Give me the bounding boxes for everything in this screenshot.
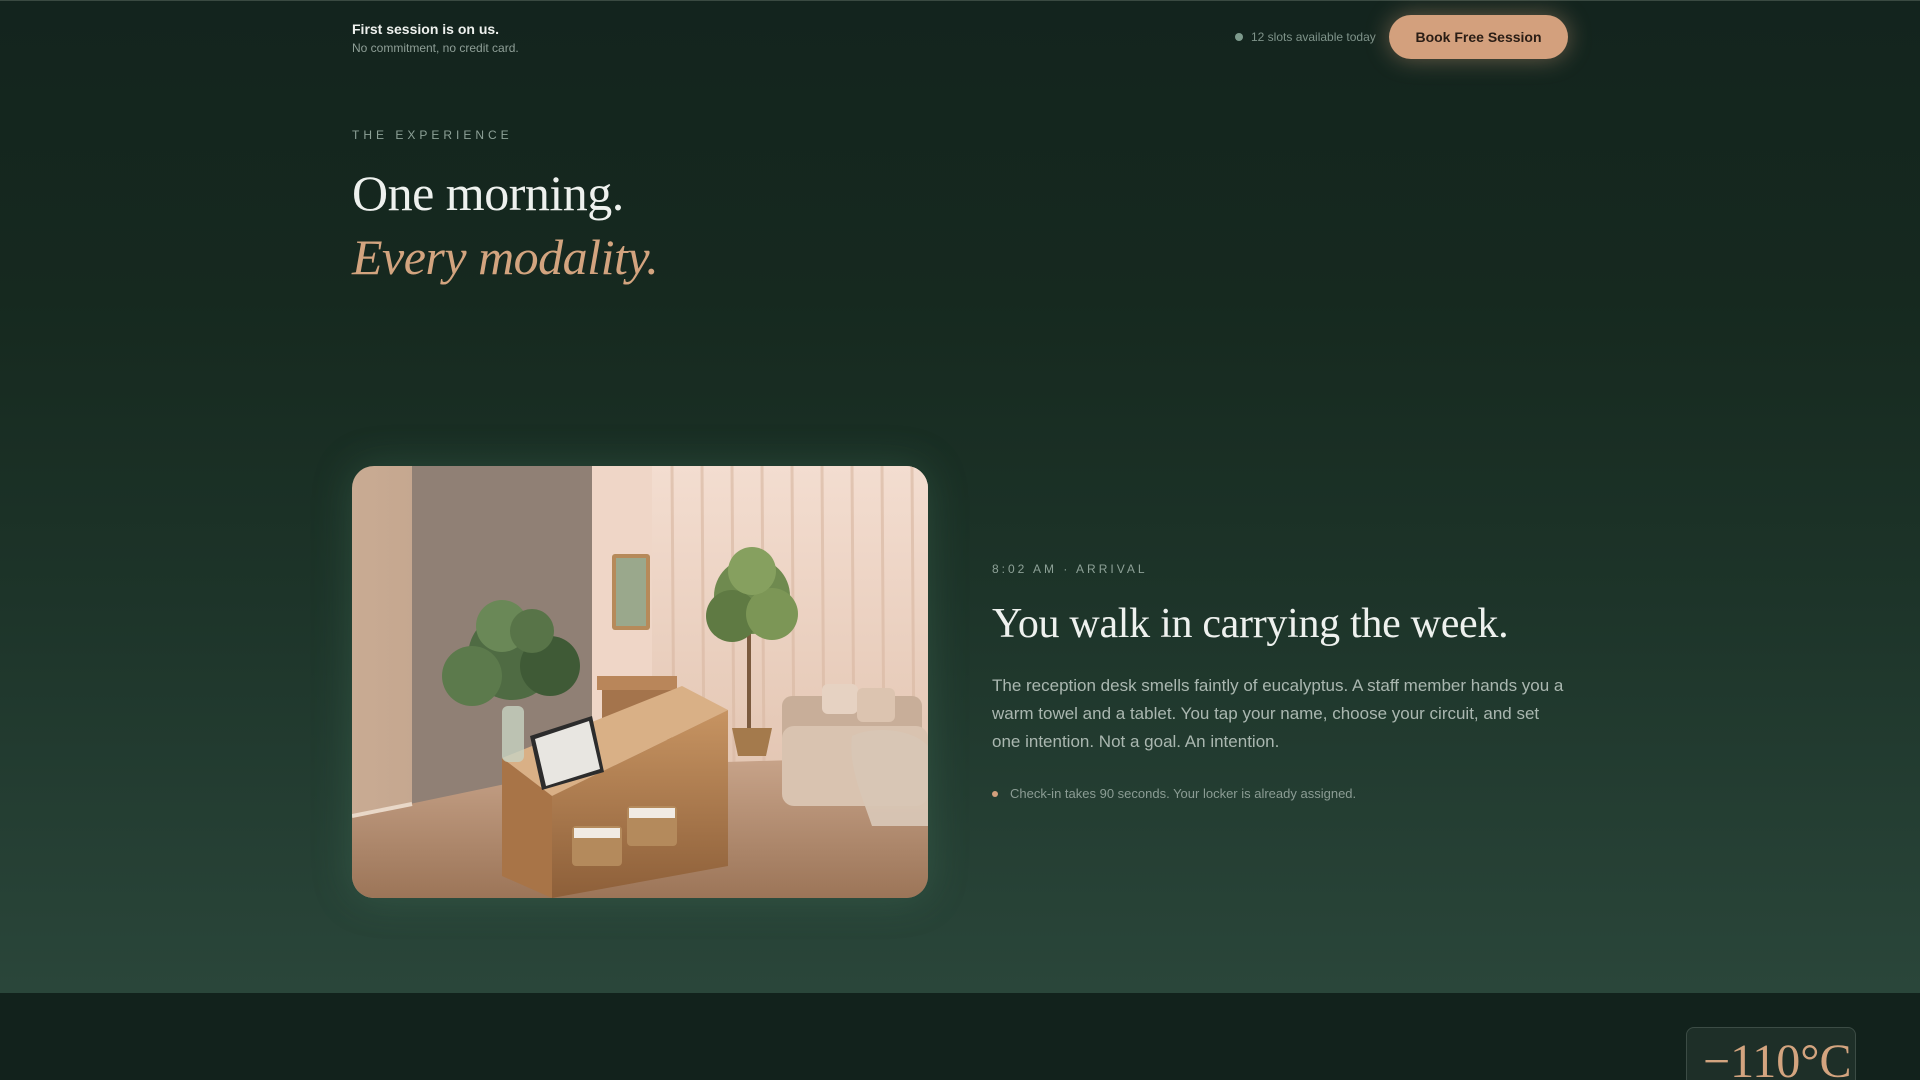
hero-section bbox=[0, 0, 1920, 993]
slots-availability: 12 slots available today bbox=[1235, 30, 1376, 44]
offer-title: First session is on us. bbox=[352, 21, 500, 37]
next-section-band bbox=[0, 993, 1920, 1080]
slots-text: 12 slots available today bbox=[1251, 30, 1376, 44]
checkin-note-text: Check-in takes 90 seconds. Your locker i… bbox=[1010, 786, 1357, 801]
section-eyebrow: THE EXPERIENCE bbox=[352, 128, 513, 142]
reception-photo bbox=[352, 466, 928, 898]
status-dot-icon bbox=[1235, 33, 1243, 41]
headline-line-2: Every modality. bbox=[352, 229, 659, 285]
temperature-badge: −110°C bbox=[1686, 1027, 1856, 1080]
headline-line-1: One morning. bbox=[352, 165, 624, 221]
arrival-title: You walk in carrying the week. bbox=[992, 601, 1509, 647]
checkin-note: Check-in takes 90 seconds. Your locker i… bbox=[992, 786, 1356, 801]
offer-subtitle: No commitment, no credit card. bbox=[352, 41, 519, 55]
arrival-time-label: 8:02 AM · ARRIVAL bbox=[992, 562, 1148, 576]
reception-illustration bbox=[352, 466, 928, 898]
bullet-dot-icon bbox=[992, 790, 998, 797]
offer-banner: First session is on us. No commitment, n… bbox=[352, 21, 519, 56]
arrival-description: The reception desk smells faintly of euc… bbox=[992, 676, 1564, 751]
book-free-session-button[interactable]: Book Free Session bbox=[1389, 15, 1568, 59]
